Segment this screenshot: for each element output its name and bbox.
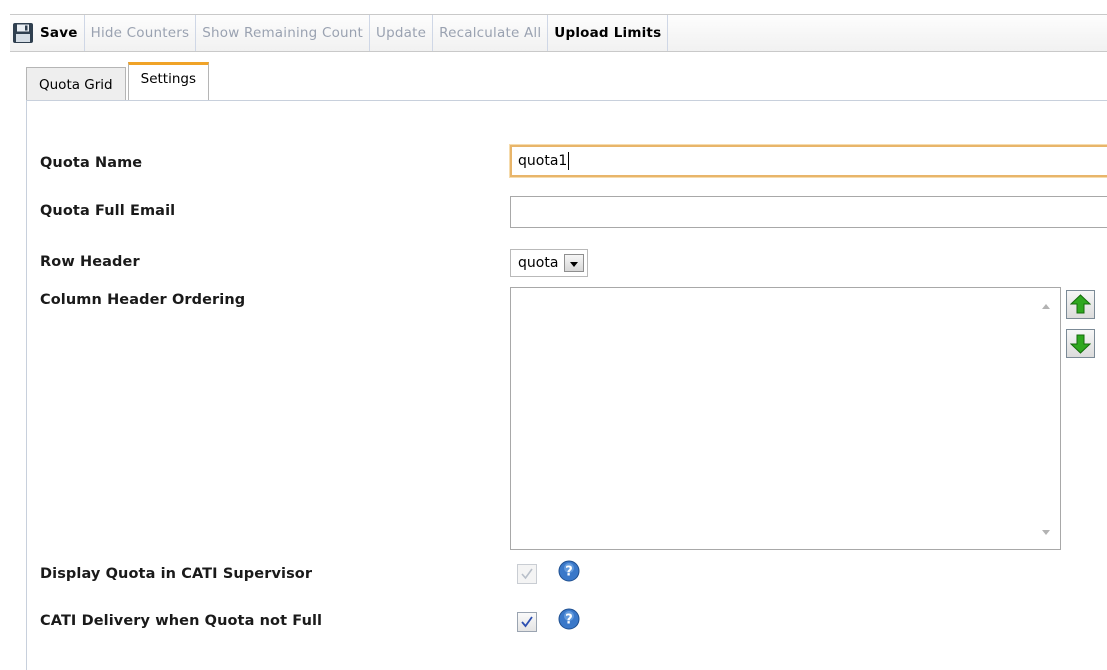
panel-border-left xyxy=(26,100,27,670)
show-remaining-count-button[interactable]: Show Remaining Count xyxy=(196,15,371,51)
quota-name-input[interactable]: quota1 xyxy=(510,145,1107,177)
text-caret xyxy=(568,152,570,170)
tab-settings[interactable]: Settings xyxy=(127,62,210,101)
question-mark-icon[interactable]: ? xyxy=(558,560,580,582)
move-up-button[interactable] xyxy=(1066,290,1095,319)
recalculate-all-button[interactable]: Recalculate All xyxy=(433,15,549,51)
tab-quota-grid[interactable]: Quota Grid xyxy=(26,67,126,101)
cati-delivery-checkbox[interactable] xyxy=(517,612,537,632)
row-header-label: Row Header xyxy=(40,254,140,270)
display-quota-cati-label: Display Quota in CATI Supervisor xyxy=(40,566,313,582)
check-icon xyxy=(521,616,533,628)
save-button[interactable]: Save xyxy=(10,15,85,51)
update-button[interactable]: Update xyxy=(370,15,434,51)
question-mark-icon[interactable]: ? xyxy=(558,608,580,630)
arrow-down-icon xyxy=(1070,334,1091,354)
arrow-up-icon xyxy=(1070,294,1091,314)
chevron-down-icon[interactable] xyxy=(564,254,585,272)
tab-settings-label: Settings xyxy=(140,71,197,87)
move-down-button[interactable] xyxy=(1066,329,1095,358)
upload-limits-button[interactable]: Upload Limits xyxy=(548,15,669,51)
panel-border-top xyxy=(26,100,1107,101)
svg-text:?: ? xyxy=(565,613,573,628)
tab-bar: Quota Grid Settings xyxy=(26,62,211,101)
column-header-ordering-label: Column Header Ordering xyxy=(40,292,246,308)
save-label: Save xyxy=(40,25,78,41)
column-header-ordering-list[interactable] xyxy=(510,287,1061,550)
quota-name-value: quota1 xyxy=(518,153,568,169)
scroll-down-icon[interactable] xyxy=(1042,530,1050,535)
toolbar: Save Hide Counters Show Remaining Count … xyxy=(10,14,1107,52)
scroll-up-icon[interactable] xyxy=(1042,304,1050,309)
cati-delivery-label: CATI Delivery when Quota not Full xyxy=(40,613,323,629)
svg-text:?: ? xyxy=(565,565,573,580)
check-icon xyxy=(521,568,533,580)
quota-full-email-input[interactable] xyxy=(510,196,1107,228)
quota-full-email-label: Quota Full Email xyxy=(40,203,176,219)
quota-name-label: Quota Name xyxy=(40,155,143,171)
tab-quota-grid-label: Quota Grid xyxy=(39,76,113,93)
floppy-disk-icon xyxy=(12,22,34,44)
display-quota-cati-checkbox[interactable] xyxy=(517,564,537,584)
row-header-select[interactable]: quota xyxy=(510,249,589,277)
row-header-value: quota xyxy=(518,255,559,271)
hide-counters-button[interactable]: Hide Counters xyxy=(85,15,197,51)
